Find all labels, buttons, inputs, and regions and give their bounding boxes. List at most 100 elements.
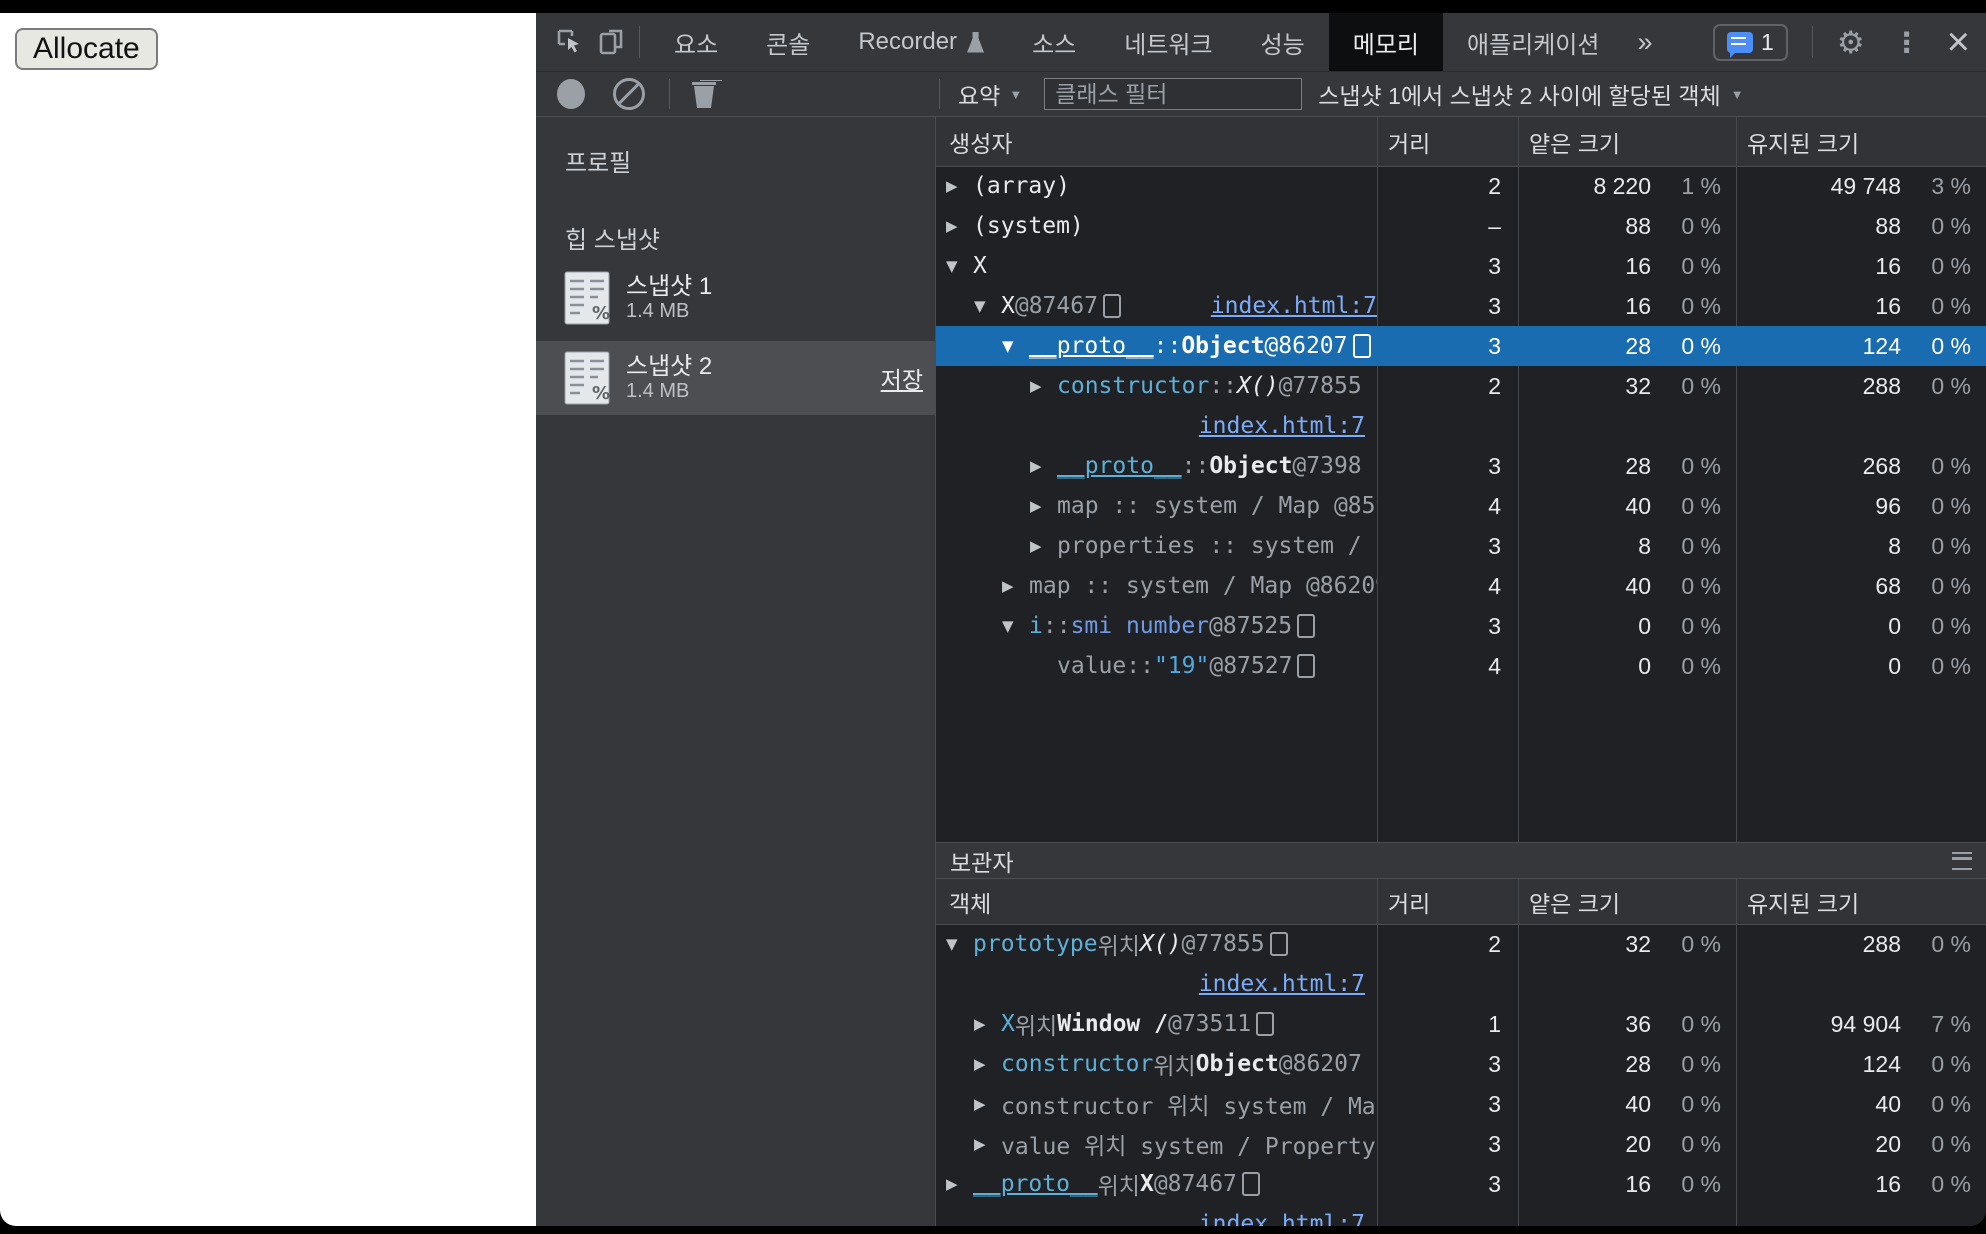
table-row[interactable]: ▼ X 3 16 0 % 16 0 % — [936, 246, 1986, 286]
col-header-constructor[interactable]: 생성자 — [936, 125, 1377, 159]
collapsed-arrow-icon[interactable]: ▶ — [946, 217, 973, 235]
expanded-arrow-icon[interactable]: ▼ — [1002, 337, 1029, 355]
expanded-arrow-icon[interactable]: ▼ — [946, 257, 973, 275]
sidebar-item-snapshot-1[interactable]: % 스냅샷 1 1.4 MB — [536, 261, 935, 335]
size-value: 288 — [1862, 931, 1901, 957]
close-devtools-icon[interactable]: × — [1947, 22, 1970, 62]
object-box-icon — [1256, 1012, 1275, 1036]
source-link[interactable]: index.html:7 — [1199, 1211, 1365, 1226]
size-value: 16 — [1625, 253, 1651, 279]
row-text: map :: system / Map @86209 — [1029, 573, 1377, 599]
retainers-menu-icon[interactable] — [1952, 851, 1972, 870]
tab-요소[interactable]: 요소 — [650, 13, 742, 71]
tab-애플리케이션[interactable]: 애플리케이션 — [1443, 13, 1623, 71]
tab-콘솔[interactable]: 콘솔 — [742, 13, 834, 71]
table-row[interactable]: ▶ (array) 2 8 220 1 % 49 748 3 % — [936, 166, 1986, 206]
table-row[interactable]: ▶ constructor :: X() @77855 index.html:7 2 3… — [936, 366, 1986, 446]
snapshot-scope-select[interactable]: 스냅샷 1에서 스냅샷 2 사이에 할당된 객체 ▼ — [1318, 77, 1743, 111]
tabbar-separator-2 — [1811, 26, 1813, 58]
col-header-distance[interactable]: 거리 — [1377, 885, 1518, 919]
size-value: 40 — [1625, 1091, 1651, 1117]
table-row[interactable]: ▶ X 위치 Window / @73511 1 36 0 % 94 904 7 % — [936, 1004, 1986, 1044]
column-divider[interactable] — [1736, 117, 1737, 842]
tabbar-right-group: 1 ⚙ ⋮ × — [1713, 13, 1986, 71]
col-header-shallow[interactable]: 얕은 크기 — [1518, 125, 1736, 159]
column-divider[interactable] — [1518, 879, 1519, 1226]
expanded-arrow-icon[interactable]: ▼ — [974, 297, 1001, 315]
inspect-element-icon[interactable] — [553, 25, 587, 59]
size-percent: 0 % — [1681, 573, 1721, 599]
collapsed-arrow-icon[interactable]: ▶ — [1030, 457, 1057, 475]
table-row[interactable]: ▼ prototype 위치 X() @77855 index.html:7 2 32… — [936, 924, 1986, 1004]
save-snapshot-link[interactable]: 저장 — [881, 361, 923, 395]
collapsed-arrow-icon[interactable]: ▶ — [946, 1175, 973, 1193]
tab-소스[interactable]: 소스 — [1008, 13, 1100, 71]
collapsed-arrow-icon[interactable]: ▶ — [974, 1135, 1001, 1153]
table-row-selected[interactable]: ▼ __proto__ :: Object @86207 3 28 0 % 124 0 % — [936, 326, 1986, 366]
retained-size-cell: 49 748 3 % — [1736, 166, 1986, 206]
table-row[interactable]: ▶ __proto__ 위치 X @87467 index.html:7 3 16 0 … — [936, 1164, 1986, 1226]
table-row[interactable]: ▶ map :: system / Map @8597 4 40 0 % 96 0 % — [936, 486, 1986, 526]
retained-size-cell: 288 0 % — [1736, 366, 1986, 446]
col-header-retained[interactable]: 유지된 크기 — [1736, 125, 1986, 159]
perspective-select[interactable]: 요약 ▼ — [958, 77, 1022, 111]
expanded-arrow-icon[interactable]: ▼ — [1002, 617, 1029, 635]
table-row[interactable]: ▶ (system) – 88 0 % 88 0 % — [936, 206, 1986, 246]
col-header-object[interactable]: 객체 — [936, 885, 1377, 919]
more-tabs-button[interactable]: » — [1623, 27, 1666, 58]
sidebar-item-snapshot-2[interactable]: % 스냅샷 2 1.4 MB 저장 — [536, 341, 935, 415]
source-link[interactable]: index.html:7 — [1211, 293, 1377, 319]
tab-Recorder[interactable]: Recorder — [834, 13, 1008, 71]
clear-profiles-icon[interactable] — [613, 78, 645, 110]
collapsed-arrow-icon[interactable]: ▶ — [946, 177, 973, 195]
table-row[interactable]: ▶ __proto__ :: Object @7398 3 28 0 % 268 0 % — [936, 446, 1986, 486]
shallow-size-cell: 16 0 % — [1518, 286, 1736, 326]
size-value: 0 — [1888, 613, 1901, 639]
size-value: 0 — [1638, 653, 1651, 679]
record-heap-icon[interactable] — [557, 79, 585, 109]
column-divider[interactable] — [1518, 117, 1519, 842]
table-row[interactable]: ▶ value 위치 system / PropertyCe 3 20 0 % 20 0 % — [936, 1124, 1986, 1164]
collapsed-arrow-icon[interactable]: ▶ — [974, 1015, 1001, 1033]
table-row[interactable]: ▶ constructor 위치 Object @86207 3 28 0 % 124 0 … — [936, 1044, 1986, 1084]
delete-profile-icon[interactable] — [692, 80, 716, 108]
row-text: X — [1139, 1171, 1154, 1197]
collapsed-arrow-icon[interactable]: ▶ — [1030, 537, 1057, 555]
table-row[interactable]: ▶ constructor 위치 system / Map @ 3 40 0 % 40 0 … — [936, 1084, 1986, 1124]
collapsed-arrow-icon[interactable]: ▶ — [1030, 377, 1057, 395]
column-divider[interactable] — [1377, 117, 1378, 842]
tree-cell: ▶ __proto__ 위치 X @87467 index.html:7 — [936, 1164, 1377, 1226]
class-filter-input[interactable] — [1044, 78, 1303, 110]
allocate-button[interactable]: Allocate — [15, 28, 158, 70]
tab-성능[interactable]: 성능 — [1237, 13, 1329, 71]
column-divider[interactable] — [1377, 879, 1378, 1226]
size-percent: 0 % — [1681, 613, 1721, 639]
source-link[interactable]: index.html:7 — [1199, 413, 1365, 439]
collapsed-arrow-icon[interactable]: ▶ — [1002, 577, 1029, 595]
tab-네트워크[interactable]: 네트워크 — [1100, 13, 1236, 71]
table-row[interactable]: value :: "19" @87527 4 0 0 % 0 0 % — [936, 646, 1986, 686]
more-options-icon[interactable]: ⋮ — [1893, 26, 1921, 59]
collapsed-arrow-icon[interactable]: ▶ — [1030, 497, 1057, 515]
distance-cell: 3 — [1488, 533, 1501, 559]
table-row[interactable]: ▼ X @87467 index.html:7 3 16 0 % 16 0 % — [936, 286, 1986, 326]
col-header-shallow[interactable]: 얕은 크기 — [1518, 885, 1736, 919]
settings-gear-icon[interactable]: ⚙ — [1837, 27, 1865, 58]
collapsed-arrow-icon[interactable]: ▶ — [974, 1095, 1001, 1113]
table-row[interactable]: ▼ i :: smi number @87525 3 0 0 % 0 0 % — [936, 606, 1986, 646]
tab-메모리[interactable]: 메모리 — [1328, 13, 1443, 71]
column-divider[interactable] — [1736, 879, 1737, 1226]
object-box-icon — [1269, 932, 1288, 956]
snapshot-name: 스냅샷 1 — [626, 273, 713, 300]
collapsed-arrow-icon[interactable]: ▶ — [974, 1055, 1001, 1073]
table-row[interactable]: ▶ properties :: system / Pr 3 8 0 % 8 0 % — [936, 526, 1986, 566]
col-header-retained[interactable]: 유지된 크기 — [1736, 885, 1986, 919]
row-text: X() — [1237, 373, 1279, 399]
expanded-arrow-icon[interactable]: ▼ — [946, 935, 973, 953]
issues-badge[interactable]: 1 — [1713, 23, 1788, 61]
shallow-size-cell: 0 0 % — [1518, 646, 1736, 686]
col-header-distance[interactable]: 거리 — [1377, 125, 1518, 159]
table-row[interactable]: ▶ map :: system / Map @86209 4 40 0 % 68 0 % — [936, 566, 1986, 606]
device-toolbar-icon[interactable] — [595, 25, 629, 59]
source-link[interactable]: index.html:7 — [1199, 971, 1365, 997]
